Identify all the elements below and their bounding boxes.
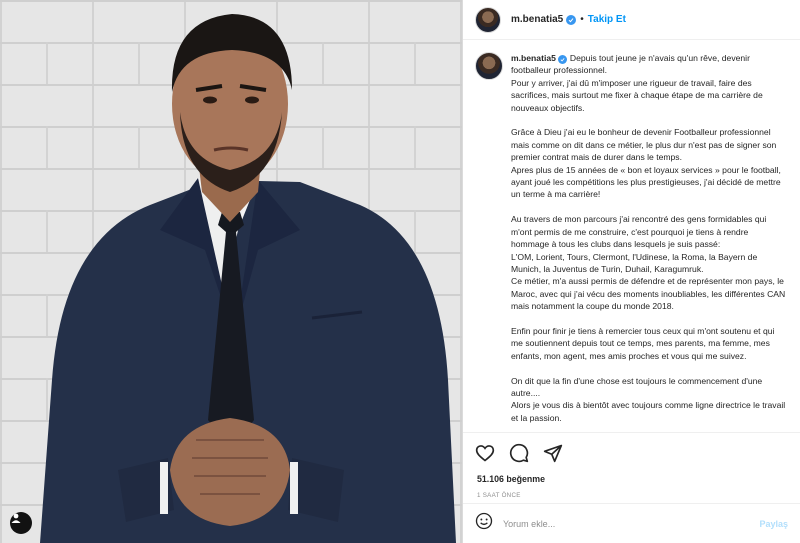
verified-badge-icon: [566, 14, 577, 25]
verified-badge-icon: [557, 55, 567, 64]
caption-area: m.benatia5 Depuis tout jeune je n'avais q…: [463, 40, 800, 424]
likes-count[interactable]: 51.106 beğenme: [473, 474, 790, 484]
post-comment-button[interactable]: Paylaş: [759, 519, 788, 529]
share-icon[interactable]: [541, 441, 565, 465]
heart-icon[interactable]: [473, 441, 497, 465]
comment-bar: Paylaş: [463, 503, 800, 543]
caption: m.benatia5 Depuis tout jeune je n'avais q…: [511, 52, 788, 424]
portrait-illustration: [40, 14, 456, 543]
comment-input[interactable]: [503, 518, 760, 529]
post-actions: 51.106 beğenme 1 SAAT ÖNCE: [463, 432, 800, 499]
caption-avatar[interactable]: [475, 52, 503, 80]
user-tag-icon[interactable]: [10, 512, 32, 534]
avatar[interactable]: [475, 6, 501, 33]
action-icons: [473, 441, 790, 465]
follow-button[interactable]: Takip Et: [588, 14, 626, 25]
header-separator: •: [580, 14, 584, 25]
comment-icon[interactable]: [507, 441, 531, 465]
post-timestamp[interactable]: 1 SAAT ÖNCE: [473, 492, 790, 499]
post-photo[interactable]: [0, 0, 462, 543]
caption-username[interactable]: m.benatia5: [511, 53, 556, 63]
post-header: m.benatia5 • Takip Et: [463, 0, 800, 40]
header-username[interactable]: m.benatia5: [511, 14, 563, 25]
post-side-panel: m.benatia5 • Takip Et m.benatia5 Depuis t…: [462, 0, 800, 543]
caption-text: Depuis tout jeune je n'avais qu'un rêve,…: [511, 53, 786, 423]
emoji-icon[interactable]: [475, 512, 493, 535]
